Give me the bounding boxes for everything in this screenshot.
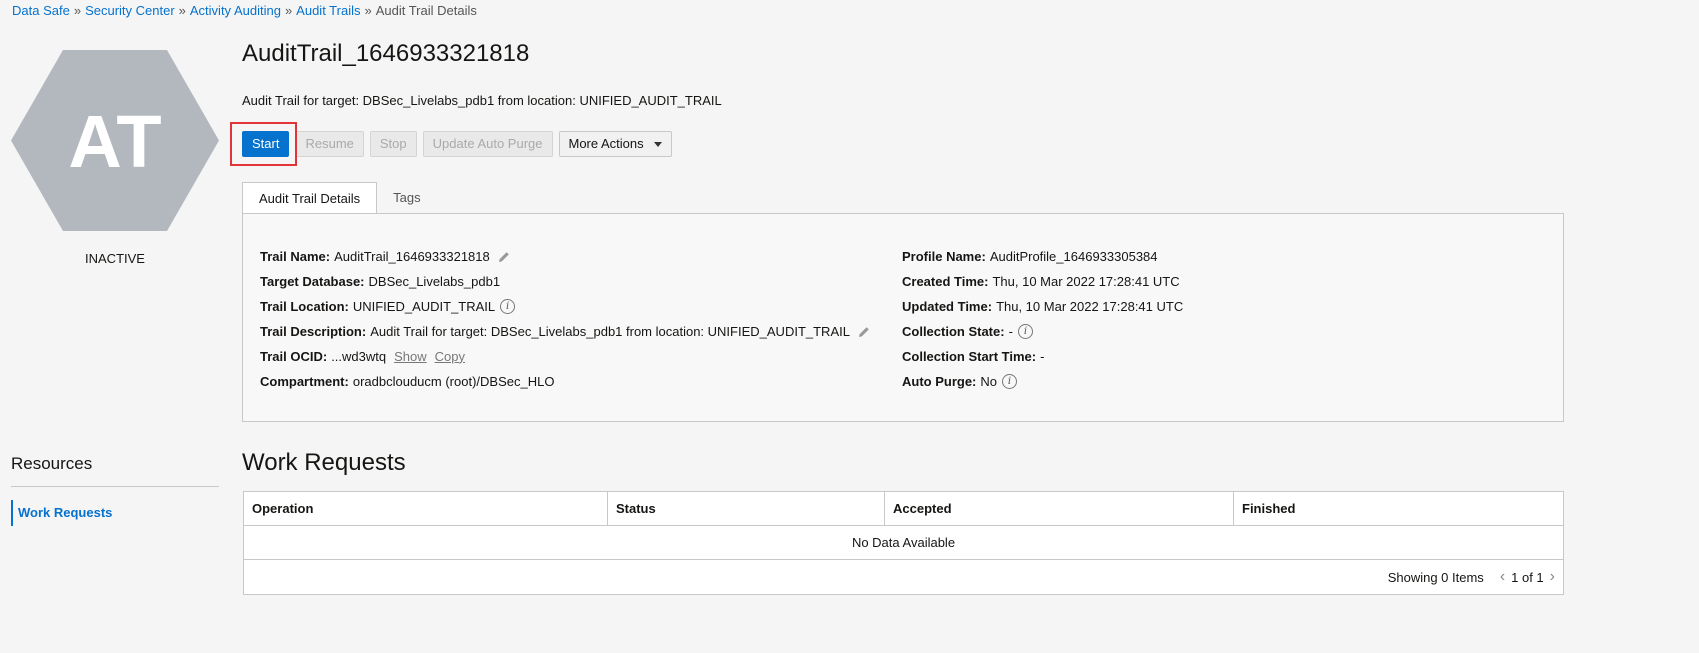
work-requests-table: Operation Status Accepted Finished No Da… — [243, 491, 1564, 595]
detail-tabs: Audit Trail Details Tags — [242, 182, 437, 215]
compartment-row: Compartment: oradbclouducm (root)/DBSec_… — [260, 369, 871, 394]
profile-name-label: Profile Name: — [902, 248, 986, 264]
breadcrumb-separator: » — [178, 3, 186, 18]
avatar-initials: AT — [68, 100, 161, 183]
column-accepted[interactable]: Accepted — [885, 492, 1234, 525]
profile-name-row: Profile Name: AuditProfile_1646933305384 — [902, 244, 1183, 269]
pencil-icon[interactable] — [497, 250, 511, 264]
more-actions-label: More Actions — [568, 136, 644, 151]
table-header: Operation Status Accepted Finished — [244, 492, 1563, 526]
auto-purge-label: Auto Purge: — [902, 373, 977, 389]
page-indicator: 1 of 1 — [1511, 569, 1544, 585]
created-time-label: Created Time: — [902, 273, 989, 289]
resume-button[interactable]: Resume — [295, 131, 364, 157]
collection-start-row: Collection Start Time: - — [902, 344, 1183, 369]
info-icon[interactable]: i — [500, 299, 516, 314]
created-time-row: Created Time: Thu, 10 Mar 2022 17:28:41 … — [902, 269, 1183, 294]
items-count: Showing 0 Items — [1387, 569, 1484, 585]
page-subtitle: Audit Trail for target: DBSec_Livelabs_p… — [242, 93, 722, 108]
trail-ocid-row: Trail OCID: ...wd3wtq Show Copy — [260, 344, 871, 369]
start-button[interactable]: Start — [242, 131, 290, 157]
compartment-label: Compartment: — [260, 373, 349, 389]
info-icon[interactable]: i — [1002, 374, 1018, 389]
column-status[interactable]: Status — [608, 492, 885, 525]
column-finished[interactable]: Finished — [1234, 492, 1563, 525]
resources-item-work-requests[interactable]: Work Requests — [11, 500, 112, 526]
caret-down-icon — [653, 141, 662, 147]
info-icon[interactable]: i — [1017, 324, 1033, 339]
compartment-value: oradbclouducm (root)/DBSec_HLO — [352, 373, 555, 389]
tab-tags[interactable]: Tags — [377, 182, 436, 214]
trail-location-value: UNIFIED_AUDIT_TRAIL — [352, 298, 496, 314]
breadcrumb: Data Safe» Security Center» Activity Audit… — [12, 3, 477, 18]
trail-ocid-label: Trail OCID: — [260, 348, 328, 364]
trail-ocid-value: ...wd3wtq — [331, 348, 387, 364]
pencil-icon[interactable] — [857, 325, 871, 339]
hexagon-shape: AT — [11, 50, 219, 231]
breadcrumb-current: Audit Trail Details — [375, 3, 477, 18]
auto-purge-value: No — [980, 373, 998, 389]
breadcrumb-data-safe[interactable]: Data Safe — [12, 3, 70, 18]
more-actions-button[interactable]: More Actions — [558, 131, 672, 157]
stop-button[interactable]: Stop — [369, 131, 417, 157]
breadcrumb-security-center[interactable]: Security Center — [85, 3, 175, 18]
auto-purge-row: Auto Purge: No i — [902, 369, 1183, 394]
trail-name-row: Trail Name: AuditTrail_1646933321818 — [260, 244, 871, 269]
created-time-value: Thu, 10 Mar 2022 17:28:41 UTC — [992, 273, 1180, 289]
empty-table-message: No Data Available — [244, 526, 1563, 560]
collection-start-value: - — [1040, 348, 1045, 364]
breadcrumb-activity-auditing[interactable]: Activity Auditing — [190, 3, 281, 18]
details-right-column: Profile Name: AuditProfile_1646933305384… — [902, 244, 1183, 394]
collection-state-value: - — [1008, 323, 1013, 339]
trail-description-row: Trail Description: Audit Trail for targe… — [260, 319, 871, 344]
target-database-label: Target Database: — [260, 273, 365, 289]
updated-time-label: Updated Time: — [902, 298, 993, 314]
details-panel: Trail Name: AuditTrail_1646933321818 Tar… — [242, 213, 1564, 422]
updated-time-value: Thu, 10 Mar 2022 17:28:41 UTC — [996, 298, 1184, 314]
trail-description-value: Audit Trail for target: DBSec_Livelabs_p… — [370, 323, 850, 339]
trail-name-value: AuditTrail_1646933321818 — [334, 248, 490, 264]
avatar: AT — [11, 50, 219, 231]
resources-title: Resources — [11, 454, 93, 473]
breadcrumb-audit-trails[interactable]: Audit Trails — [296, 3, 360, 18]
table-footer: Showing 0 Items ‹ 1 of 1 › — [244, 560, 1563, 594]
collection-start-label: Collection Start Time: — [902, 348, 1037, 364]
trail-location-label: Trail Location: — [260, 298, 349, 314]
copy-ocid-link[interactable]: Copy — [435, 349, 465, 365]
lifecycle-status: INACTIVE — [85, 251, 145, 266]
breadcrumb-separator: » — [364, 3, 372, 18]
action-bar: Start Resume Stop Update Auto Purge More… — [242, 131, 672, 157]
column-operation[interactable]: Operation — [244, 492, 608, 525]
tab-audit-trail-details[interactable]: Audit Trail Details — [242, 182, 378, 215]
work-requests-title: Work Requests — [242, 449, 406, 476]
updated-time-row: Updated Time: Thu, 10 Mar 2022 17:28:41 … — [902, 294, 1183, 319]
breadcrumb-separator: » — [284, 3, 293, 18]
chevron-right-icon[interactable]: › — [1550, 569, 1555, 585]
resources-divider — [11, 486, 219, 487]
update-auto-purge-button[interactable]: Update Auto Purge — [422, 131, 553, 157]
trail-description-label: Trail Description: — [260, 323, 367, 339]
target-database-value: DBSec_Livelabs_pdb1 — [368, 273, 501, 289]
collection-state-label: Collection State: — [902, 323, 1005, 339]
trail-location-row: Trail Location: UNIFIED_AUDIT_TRAIL i — [260, 294, 871, 319]
chevron-left-icon[interactable]: ‹ — [1500, 569, 1505, 585]
pagination: ‹ 1 of 1 › — [1500, 569, 1555, 585]
collection-state-row: Collection State: - i — [902, 319, 1183, 344]
page-title: AuditTrail_1646933321818 — [242, 40, 530, 67]
breadcrumb-separator: » — [73, 3, 82, 18]
details-left-column: Trail Name: AuditTrail_1646933321818 Tar… — [260, 244, 871, 394]
show-ocid-link[interactable]: Show — [394, 349, 427, 365]
profile-name-value: AuditProfile_1646933305384 — [989, 248, 1158, 264]
trail-name-label: Trail Name: — [260, 248, 331, 264]
target-database-row: Target Database: DBSec_Livelabs_pdb1 — [260, 269, 871, 294]
